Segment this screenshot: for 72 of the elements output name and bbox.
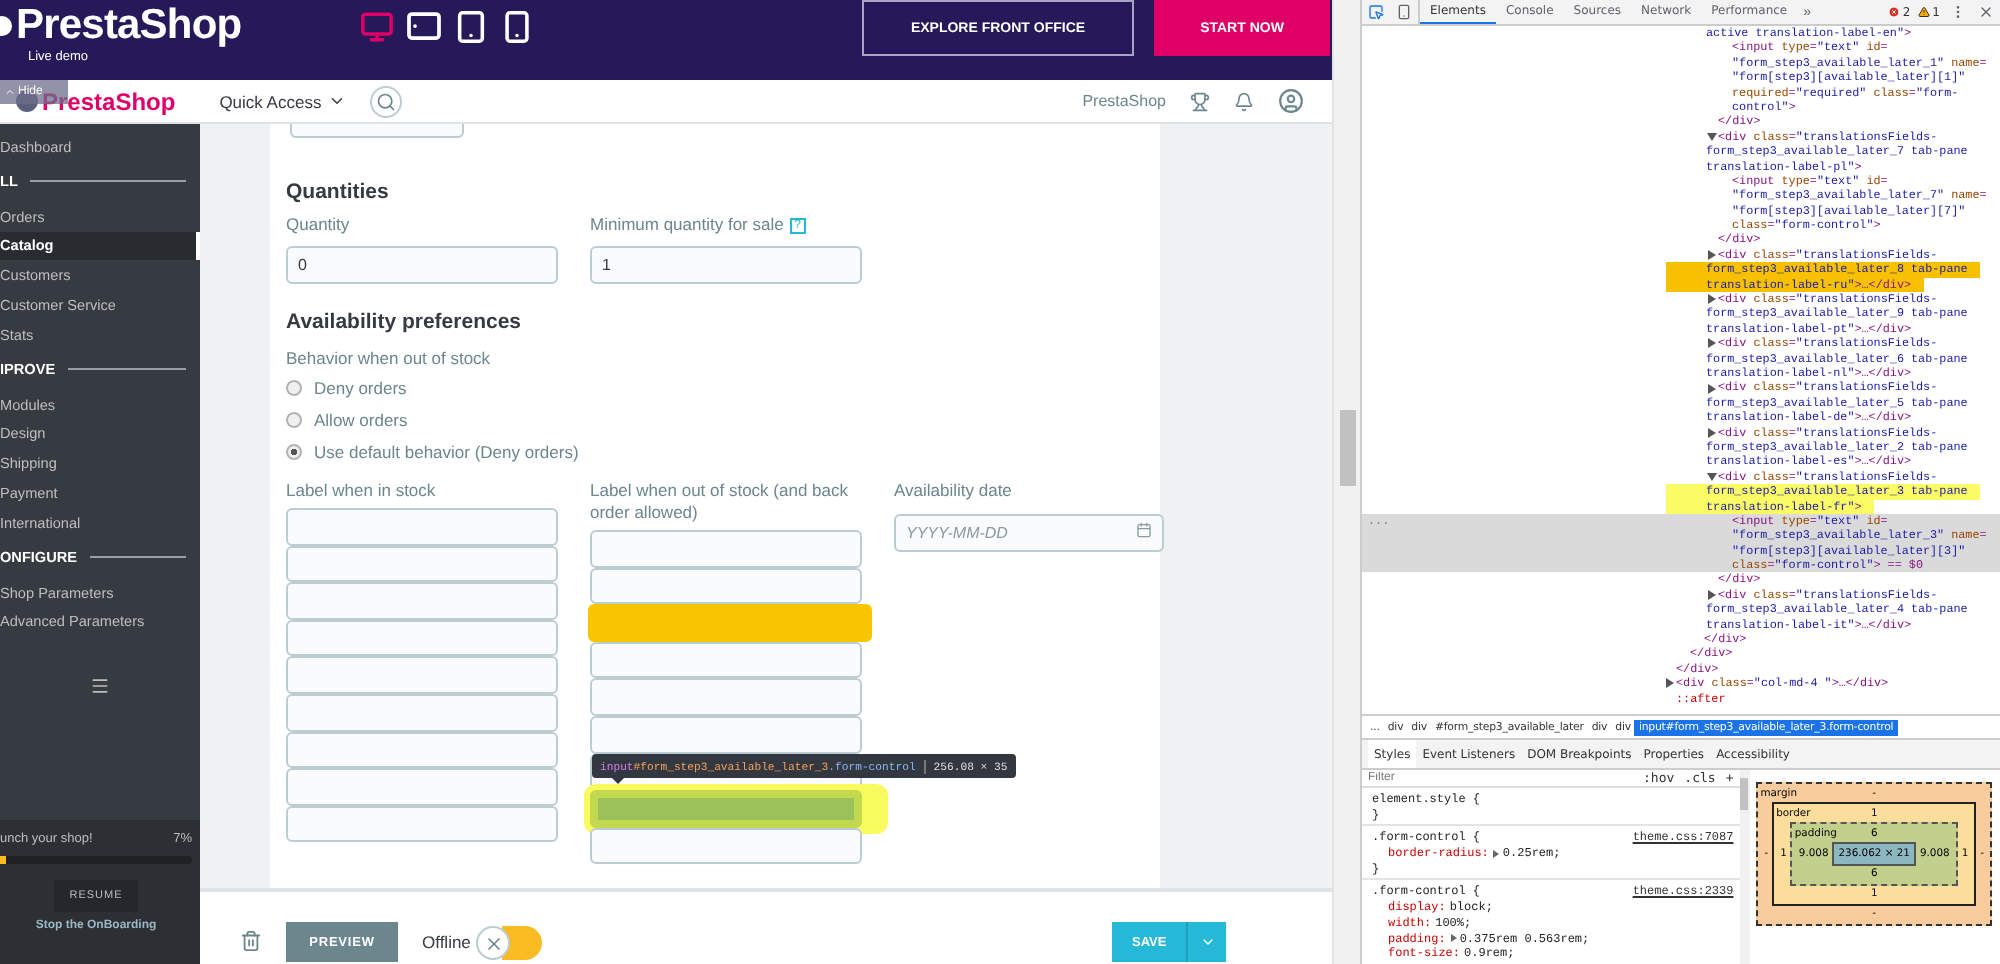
radio-button[interactable] bbox=[286, 412, 302, 428]
radio-option[interactable]: Deny orders bbox=[286, 372, 1160, 404]
calendar-icon[interactable] bbox=[1136, 522, 1152, 538]
text-field[interactable] bbox=[588, 604, 872, 642]
close-icon bbox=[483, 933, 504, 953]
text-field[interactable] bbox=[590, 827, 862, 865]
expand-triangle-icon[interactable] bbox=[1492, 849, 1501, 858]
text-field[interactable] bbox=[590, 678, 862, 716]
desktop-icon[interactable] bbox=[360, 9, 394, 43]
field-label: Behavior when out of stock bbox=[286, 348, 493, 370]
close-icon[interactable] bbox=[1978, 4, 1994, 20]
tablet-icon[interactable] bbox=[406, 8, 442, 44]
text-field[interactable] bbox=[286, 805, 558, 843]
radio-option[interactable]: Allow orders bbox=[286, 404, 1160, 436]
quick-access-button[interactable]: Quick Access bbox=[219, 91, 346, 111]
scrollbar-thumb[interactable] bbox=[1740, 778, 1749, 810]
online-toggle[interactable] bbox=[476, 926, 543, 960]
field-label: Availability date bbox=[894, 480, 1012, 502]
field-label: Label when out of stock (and back order allowed) bbox=[590, 480, 850, 524]
text-field[interactable] bbox=[286, 656, 558, 694]
menu-icon[interactable] bbox=[90, 676, 110, 697]
caret-right-icon[interactable] bbox=[1706, 338, 1718, 349]
chevron-up-icon bbox=[4, 86, 16, 98]
device-icon[interactable] bbox=[1396, 4, 1412, 20]
brand-logo: PrestaShop bbox=[16, 2, 242, 50]
quantity-field[interactable]: 0 bbox=[286, 246, 558, 284]
field-label: Minimum quantity for sale bbox=[590, 214, 784, 236]
trash-icon[interactable] bbox=[240, 930, 262, 952]
text-field[interactable] bbox=[286, 731, 558, 769]
text-field[interactable] bbox=[590, 530, 862, 568]
scrollbar[interactable] bbox=[1739, 770, 1751, 964]
warning-icon bbox=[1918, 6, 1931, 18]
input-field[interactable] bbox=[290, 124, 464, 138]
caret-icon[interactable] bbox=[1199, 934, 1215, 950]
scrollbar-thumb[interactable] bbox=[1339, 410, 1355, 486]
caret-right-icon[interactable] bbox=[1706, 383, 1718, 394]
text-field[interactable] bbox=[286, 582, 558, 620]
text-field[interactable] bbox=[590, 715, 862, 754]
tablet-icon[interactable] bbox=[454, 9, 488, 43]
radio-button[interactable] bbox=[286, 380, 302, 396]
bell-icon[interactable] bbox=[1234, 91, 1254, 111]
text-field[interactable] bbox=[286, 545, 558, 583]
caret-right-icon[interactable] bbox=[1706, 590, 1718, 601]
radio-option[interactable]: Use default behavior (Deny orders) bbox=[286, 436, 1160, 468]
expand-triangle-icon[interactable] bbox=[1449, 934, 1458, 943]
text-field[interactable] bbox=[590, 641, 862, 679]
search-button[interactable] bbox=[369, 85, 402, 117]
status-label: Offline bbox=[422, 932, 471, 952]
text-field[interactable] bbox=[286, 768, 558, 806]
field-label: Quantity bbox=[286, 214, 350, 236]
shop-name: PrestaShop bbox=[1082, 92, 1166, 110]
section-title: Quantities bbox=[286, 178, 391, 206]
text-field[interactable] bbox=[590, 567, 862, 605]
phone-icon[interactable] bbox=[500, 9, 534, 43]
error-icon bbox=[1888, 6, 1901, 18]
quantity-field[interactable]: 1 bbox=[590, 246, 862, 284]
chevron-down-icon bbox=[327, 92, 346, 110]
field-label: Label when in stock bbox=[286, 480, 436, 502]
caret-right-icon[interactable] bbox=[1706, 427, 1718, 438]
radio-button[interactable] bbox=[286, 444, 302, 460]
trophy-icon[interactable] bbox=[1190, 91, 1210, 111]
text-field[interactable] bbox=[286, 693, 558, 732]
text-field[interactable] bbox=[286, 619, 558, 657]
user-icon[interactable] bbox=[1278, 88, 1304, 114]
caret-right-icon[interactable] bbox=[1664, 678, 1676, 689]
caret-down-icon[interactable] bbox=[1706, 131, 1718, 142]
inspect-icon[interactable] bbox=[1368, 4, 1384, 20]
search-icon bbox=[375, 91, 396, 111]
text-field[interactable] bbox=[286, 508, 558, 546]
date-field[interactable]: YYYY-MM-DD bbox=[894, 514, 1164, 552]
scrollbar[interactable] bbox=[1332, 0, 1360, 964]
section-title: Availability preferences bbox=[286, 308, 523, 336]
